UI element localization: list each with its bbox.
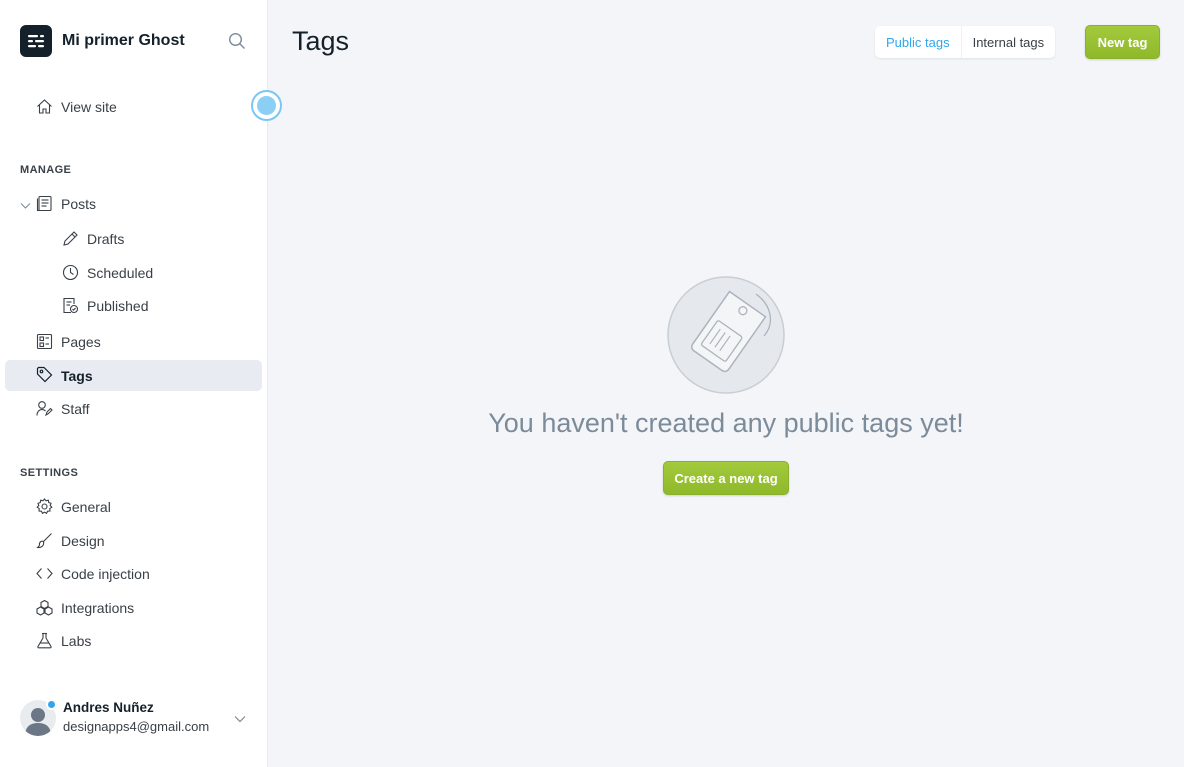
sidebar-item-pages[interactable]: Pages xyxy=(5,326,262,357)
sidebar-item-label: Design xyxy=(61,532,105,549)
site-name: Mi primer Ghost xyxy=(62,32,185,49)
sidebar-item-view-site[interactable]: View site xyxy=(5,91,262,122)
tag-type-switch: Public tags Internal tags xyxy=(875,26,1056,58)
sidebar-item-label: Pages xyxy=(61,333,101,350)
search-icon[interactable] xyxy=(227,31,247,51)
flask-icon xyxy=(36,632,53,649)
status-dot xyxy=(46,699,57,710)
sidebar-item-label: Tags xyxy=(61,367,93,384)
sidebar-item-labs[interactable]: Labs xyxy=(5,625,262,656)
home-icon xyxy=(36,98,53,115)
tag-icon xyxy=(36,366,53,383)
sidebar-item-staff[interactable]: Staff xyxy=(5,393,262,424)
sidebar-item-label: Code injection xyxy=(61,565,150,582)
sidebar-item-label: General xyxy=(61,498,111,515)
sidebar-item-general[interactable]: General xyxy=(5,491,262,522)
create-tag-button[interactable]: Create a new tag xyxy=(663,461,789,495)
staff-icon xyxy=(36,400,53,417)
pencil-icon xyxy=(62,230,79,247)
sidebar-item-integrations[interactable]: Integrations xyxy=(5,592,262,623)
brand[interactable]: Mi primer Ghost xyxy=(20,24,185,58)
sidebar-item-published[interactable]: Published xyxy=(5,290,262,321)
user-email: designapps4@gmail.com xyxy=(63,719,210,734)
sidebar-item-label: Integrations xyxy=(61,599,135,616)
sidebar-item-code-injection[interactable]: Code injection xyxy=(5,558,262,589)
chevron-down-icon[interactable] xyxy=(20,198,31,209)
gear-icon xyxy=(36,498,53,515)
sidebar-item-drafts[interactable]: Drafts xyxy=(5,223,262,254)
tab-public-tags[interactable]: Public tags xyxy=(875,26,962,58)
sidebar-item-design[interactable]: Design xyxy=(5,525,262,556)
code-icon xyxy=(36,565,53,582)
sidebar-item-posts[interactable]: Posts xyxy=(5,188,262,219)
tab-internal-tags[interactable]: Internal tags xyxy=(962,26,1056,58)
sidebar-item-label: Drafts xyxy=(87,230,125,247)
brush-icon xyxy=(36,532,53,549)
chevron-down-icon[interactable] xyxy=(233,712,247,726)
sidebar-item-label: Posts xyxy=(61,195,97,212)
ghost-logo-icon xyxy=(20,25,52,57)
sidebar-item-label: Labs xyxy=(61,632,92,649)
posts-icon xyxy=(36,195,53,212)
sidebar-item-scheduled[interactable]: Scheduled xyxy=(5,257,262,288)
section-title-manage: MANAGE xyxy=(20,164,72,176)
sidebar-item-label: View site xyxy=(61,98,117,115)
published-icon xyxy=(62,297,79,314)
tag-illustration-icon xyxy=(660,270,790,400)
sidebar-item-tags[interactable]: Tags xyxy=(5,360,262,391)
clock-icon xyxy=(62,264,79,281)
integrations-icon xyxy=(36,599,53,616)
sidebar-item-label: Staff xyxy=(61,400,90,417)
empty-state-message: You haven't created any public tags yet! xyxy=(488,408,964,438)
pages-icon xyxy=(36,333,53,350)
section-title-settings: SETTINGS xyxy=(20,467,79,479)
user-name: Andres Nuñez xyxy=(63,700,154,715)
sidebar-item-label: Scheduled xyxy=(87,264,154,281)
sidebar-item-label: Published xyxy=(87,297,149,314)
sidebar: Mi primer Ghost View site MANAGE Posts D… xyxy=(0,0,282,767)
user-menu[interactable]: Andres Nuñez designapps4@gmail.com xyxy=(20,699,260,740)
new-tag-button[interactable]: New tag xyxy=(1085,25,1160,59)
notification-pulse-indicator[interactable] xyxy=(251,90,282,121)
page-title: Tags xyxy=(292,26,350,56)
